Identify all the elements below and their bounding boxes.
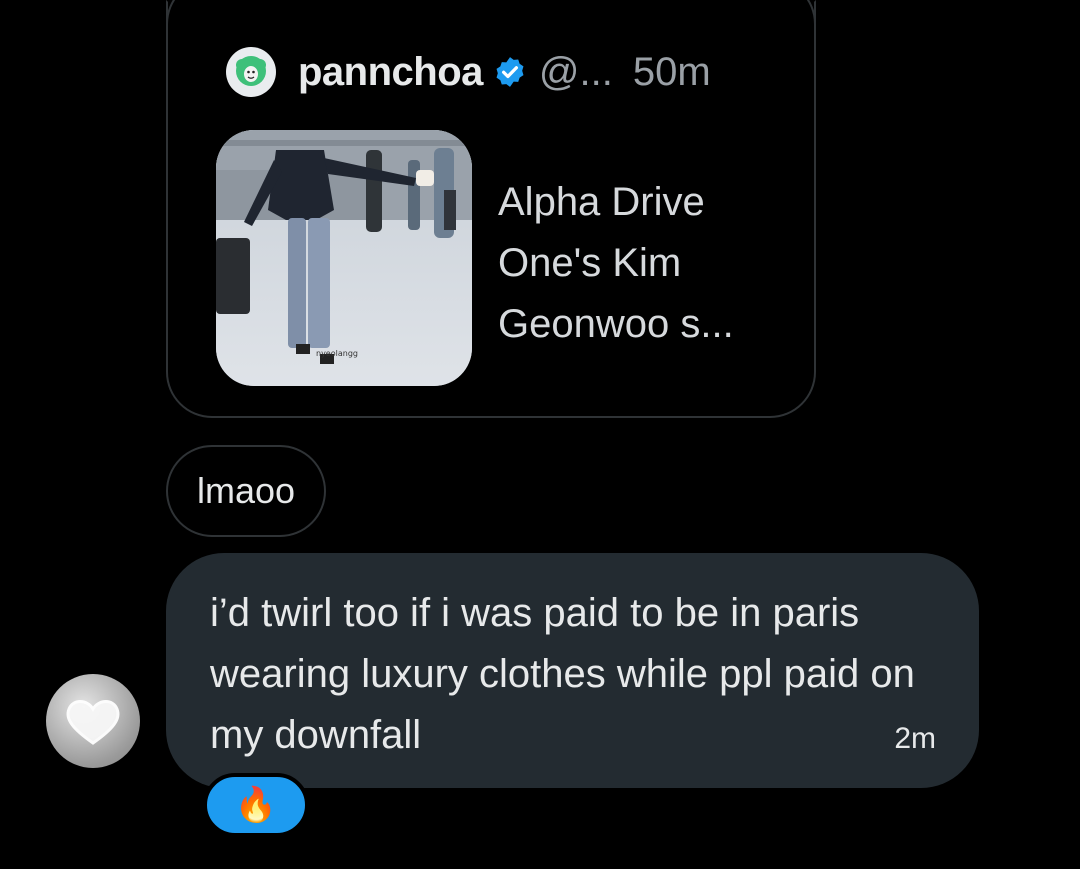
quoted-author-handle: @... [538, 49, 613, 94]
fire-icon: 🔥 [234, 786, 278, 824]
message-timestamp: 2m [894, 722, 936, 755]
quoted-post-time: 50m [632, 49, 711, 94]
quoted-post-preview: Alpha Drive One's Kim Geonwoo s... [498, 180, 734, 346]
cloud-heart-avatar[interactable] [46, 674, 140, 768]
quoted-post-card[interactable]: pannchoa @... 50m nyeolangg Alpha Drive … [166, 0, 816, 418]
sheep-logo-icon [226, 47, 276, 97]
quoted-author-name[interactable]: pannchoa [298, 50, 483, 95]
message-bubble[interactable]: i’d twirl too if i was paid to be in par… [166, 553, 979, 788]
quoted-post-thumbnail[interactable]: nyeolangg [216, 130, 472, 386]
verified-badge-icon [496, 57, 524, 87]
reply-message-bubble[interactable]: lmaoo [166, 445, 326, 537]
dm-conversation: pannchoa @... 50m nyeolangg Alpha Drive … [0, 0, 1080, 869]
thumbnail-watermark: nyeolangg [316, 349, 358, 358]
fire-reaction-badge[interactable]: 🔥 [203, 773, 309, 837]
quoted-post-header: pannchoa @... 50m [226, 46, 711, 98]
message-text: i’d twirl too if i was paid to be in par… [210, 591, 915, 757]
